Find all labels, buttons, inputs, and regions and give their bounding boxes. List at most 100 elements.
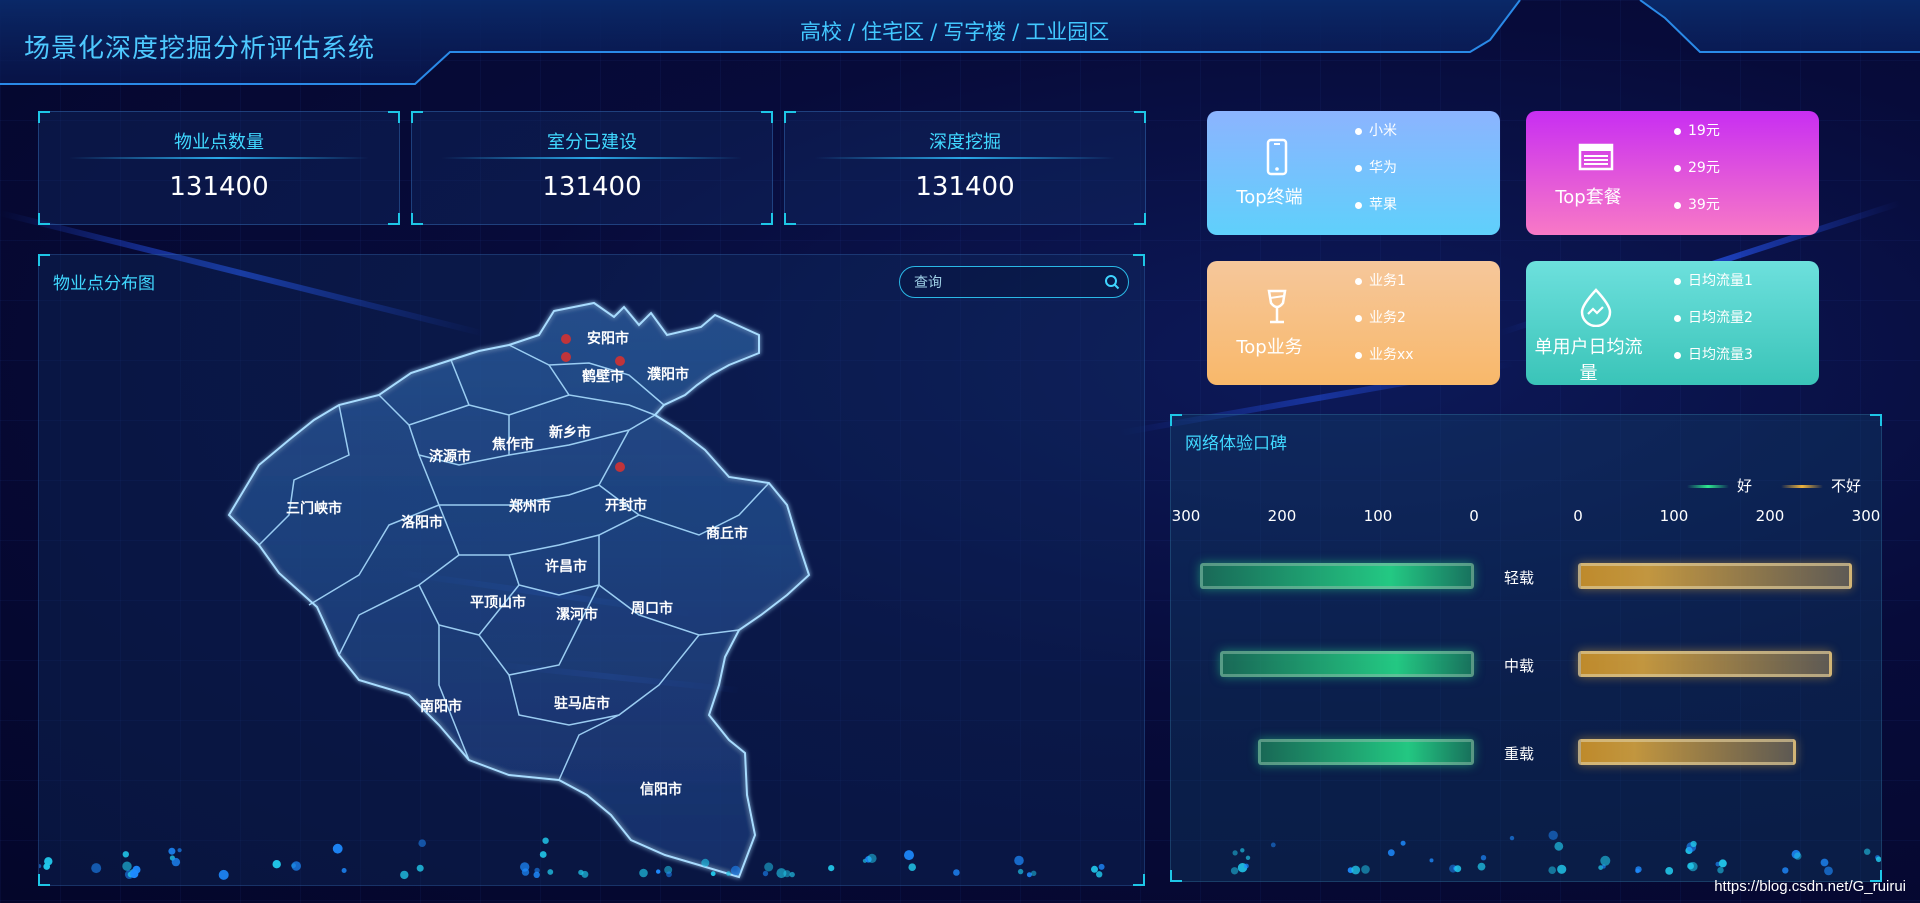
card-top-service[interactable]: Top业务 业务1 业务2 业务xx bbox=[1207, 261, 1500, 385]
particle-dot bbox=[1449, 864, 1458, 873]
card-top-package[interactable]: Top套餐 19元 29元 39元 bbox=[1526, 111, 1819, 235]
particle-dot bbox=[1480, 855, 1487, 861]
legend-label: 好 bbox=[1737, 477, 1753, 495]
wineglass-icon bbox=[1267, 289, 1287, 324]
province-outline bbox=[227, 301, 811, 879]
axis-tick-label: 100 bbox=[1659, 507, 1689, 525]
city-label-zhumadian[interactable]: 驻马店市 bbox=[554, 695, 610, 712]
card-daily-traffic[interactable]: 单用户日均流量 日均流量1 日均流量2 日均流量3 bbox=[1526, 261, 1819, 385]
scene-nav: 高校 / 住宅区 / 写字楼 / 工业园区 bbox=[800, 16, 1109, 46]
list-item: 日均流量3 bbox=[1674, 343, 1753, 380]
legend-good[interactable]: 好 bbox=[1687, 475, 1752, 496]
card-title: 单用户日均流量 bbox=[1534, 337, 1643, 384]
city-label-nanyang[interactable]: 南阳市 bbox=[420, 698, 462, 715]
henan-map: 安阳市 鹤壁市 濮阳市 新乡市 焦作市 济源市 三门峡市 洛阳市 郑州市 开封市… bbox=[39, 301, 1105, 880]
property-point[interactable] bbox=[615, 462, 625, 472]
axis-tick-label: 100 bbox=[1363, 507, 1393, 525]
stat-card-deep-mining: 深度挖掘 131400 bbox=[784, 111, 1146, 225]
particle-dot bbox=[1598, 865, 1604, 870]
particle-dot bbox=[1718, 859, 1727, 868]
city-label-xinyang[interactable]: 信阳市 bbox=[640, 781, 682, 798]
particle-dot bbox=[547, 869, 554, 875]
nav-link-industrial[interactable]: 工业园区 bbox=[1025, 20, 1109, 44]
legend-bad[interactable]: 不好 bbox=[1781, 475, 1861, 496]
property-point[interactable] bbox=[615, 356, 625, 366]
stat-label: 室分已建设 bbox=[547, 132, 637, 153]
city-label-luohe[interactable]: 漯河市 bbox=[556, 606, 598, 623]
particle-dot bbox=[534, 867, 540, 874]
city-label-jiaozuo[interactable]: 焦作市 bbox=[491, 436, 534, 453]
particle-dot bbox=[418, 839, 427, 847]
card-title: Top套餐 bbox=[1555, 187, 1622, 208]
divider bbox=[69, 157, 369, 159]
particle-dot bbox=[332, 843, 343, 854]
city-label-pingdingshan[interactable]: 平顶山市 bbox=[470, 594, 526, 611]
nav-link-university[interactable]: 高校 bbox=[800, 20, 842, 44]
particle-dot bbox=[1361, 865, 1370, 874]
card-top-terminal[interactable]: Top终端 小米 华为 苹果 bbox=[1207, 111, 1500, 235]
particle-dot bbox=[762, 870, 769, 877]
property-point[interactable] bbox=[561, 334, 571, 344]
divider bbox=[442, 157, 742, 159]
particle-dot bbox=[639, 868, 648, 878]
particle-dot bbox=[1454, 865, 1462, 873]
system-title: 场景化深度挖掘分析评估系统 bbox=[24, 34, 376, 64]
particle-dot bbox=[1665, 867, 1674, 875]
particle-dot bbox=[91, 863, 102, 874]
particle-dot bbox=[726, 871, 731, 876]
axis-tick-label: 200 bbox=[1267, 507, 1297, 525]
particle-dot bbox=[539, 851, 547, 858]
city-label-kaifeng[interactable]: 开封市 bbox=[605, 497, 647, 514]
particle-dot bbox=[341, 868, 347, 873]
city-label-xuchang[interactable]: 许昌市 bbox=[545, 558, 587, 575]
particle-dot bbox=[1400, 840, 1406, 846]
particle-dot bbox=[1635, 868, 1640, 874]
city-label-xinxiang[interactable]: 新乡市 bbox=[549, 424, 591, 441]
axis-tick-label: 300 bbox=[1171, 507, 1201, 525]
particle-dot bbox=[1688, 861, 1698, 872]
particle-dot bbox=[1717, 867, 1724, 874]
city-label-zhengzhou[interactable]: 郑州市 bbox=[509, 498, 551, 515]
particle-dot bbox=[1031, 870, 1037, 876]
city-label-zhoukou[interactable]: 周口市 bbox=[631, 600, 673, 617]
city-label-sanmenxia[interactable]: 三门峡市 bbox=[286, 500, 342, 517]
newspaper-icon bbox=[1578, 143, 1614, 171]
particle-dot bbox=[904, 850, 914, 861]
particle-dots bbox=[39, 837, 1105, 880]
bar-good[interactable] bbox=[1200, 563, 1474, 589]
particle-dot bbox=[1782, 867, 1789, 874]
city-label-hebi[interactable]: 鹤壁市 bbox=[582, 368, 624, 385]
particle-dot bbox=[701, 858, 710, 867]
bar-bad[interactable] bbox=[1578, 651, 1833, 677]
property-point[interactable] bbox=[561, 352, 571, 362]
nav-link-residential[interactable]: 住宅区 bbox=[861, 20, 924, 44]
particle-dot bbox=[542, 837, 549, 844]
city-label-luoyang[interactable]: 洛阳市 bbox=[401, 514, 443, 531]
list-item: 业务1 bbox=[1355, 269, 1414, 306]
bar-good[interactable] bbox=[1219, 651, 1474, 677]
city-label-puyang[interactable]: 濮阳市 bbox=[647, 366, 689, 383]
particle-dot bbox=[218, 869, 229, 880]
particle-dot bbox=[44, 857, 53, 866]
city-label-anyang[interactable]: 安阳市 bbox=[587, 330, 629, 347]
list-item: 业务2 bbox=[1355, 306, 1414, 343]
network-reputation-panel: 网络体验口碑 好 不好 300 200 100 0 0 100 200 300 轻载 中载 重载 bbox=[1170, 414, 1882, 882]
particle-dot bbox=[1477, 862, 1486, 871]
particle-dot bbox=[1351, 865, 1361, 875]
bar-bad[interactable] bbox=[1578, 739, 1796, 765]
particle-dot bbox=[908, 863, 916, 871]
bar-bad[interactable] bbox=[1578, 563, 1852, 589]
particle-dot bbox=[1635, 866, 1642, 873]
stat-value: 131400 bbox=[542, 172, 642, 202]
particle-dot bbox=[1875, 856, 1881, 863]
phone-icon bbox=[1266, 138, 1288, 176]
city-label-jiyuan[interactable]: 济源市 bbox=[429, 448, 471, 465]
nav-link-office[interactable]: 写字楼 bbox=[943, 20, 1006, 44]
property-map-panel: 物业点分布图 查询 安阳市 鹤壁市 濮阳市 新乡市 焦作市 济源市 三门峡市 洛… bbox=[38, 254, 1145, 886]
legend-label: 不好 bbox=[1831, 477, 1862, 495]
card-list: 业务1 业务2 业务xx bbox=[1355, 269, 1414, 380]
axis-tick-label: 0 bbox=[1469, 507, 1479, 525]
bar-good[interactable] bbox=[1258, 739, 1474, 765]
city-label-shangqiu[interactable]: 商丘市 bbox=[706, 525, 748, 542]
particle-dot bbox=[1387, 849, 1395, 857]
